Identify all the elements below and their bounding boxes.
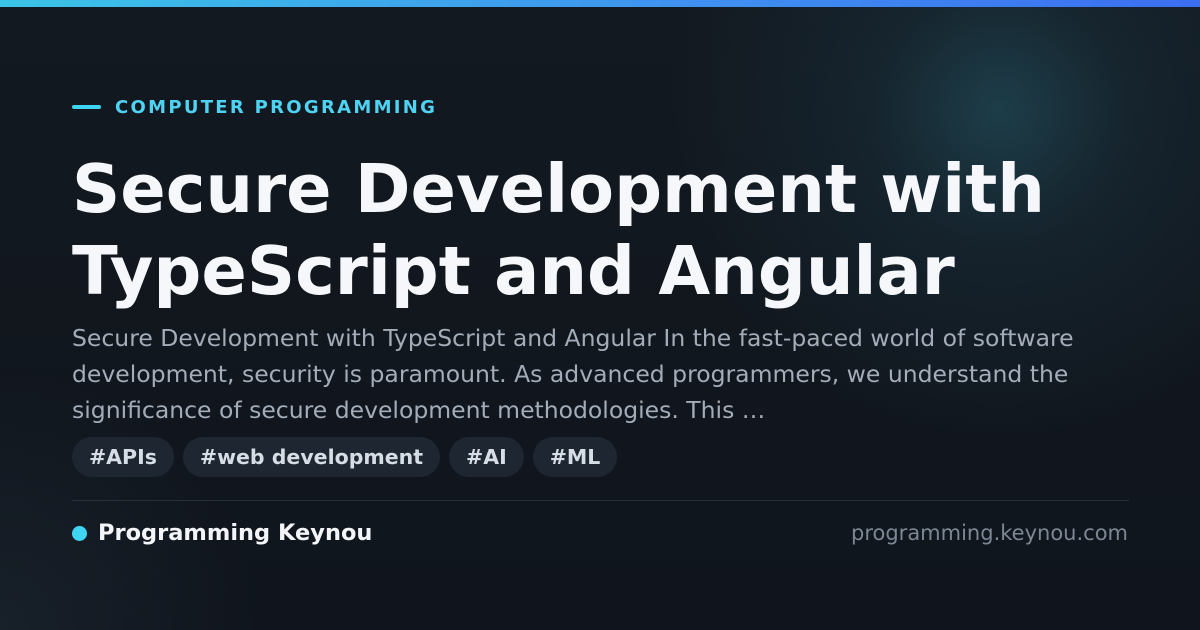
article-excerpt: Secure Development with TypeScript and A… [72, 324, 1074, 424]
accent-top-bar [0, 0, 1200, 7]
tag-apis[interactable]: #APIs [72, 437, 174, 477]
brand-name: Programming Keynou [98, 520, 373, 546]
article-title: Secure Development with TypeScript and A… [72, 150, 1045, 310]
category-text: COMPUTER PROGRAMMING [115, 96, 438, 118]
brand: Programming Keynou [72, 518, 372, 548]
category-label: COMPUTER PROGRAMMING [72, 96, 437, 118]
tag-list: #APIs #web development #AI #ML [72, 437, 626, 477]
tag-ai[interactable]: #AI [449, 437, 524, 477]
tag-ml[interactable]: #ML [532, 437, 618, 477]
tag-web-development[interactable]: #web development [182, 437, 441, 477]
category-accent-line [72, 105, 101, 109]
site-domain[interactable]: programming.keynou.com [851, 518, 1128, 548]
footer-divider [72, 500, 1129, 501]
social-share-card: COMPUTER PROGRAMMING Secure Development … [0, 0, 1200, 630]
brand-dot-icon [72, 525, 87, 541]
